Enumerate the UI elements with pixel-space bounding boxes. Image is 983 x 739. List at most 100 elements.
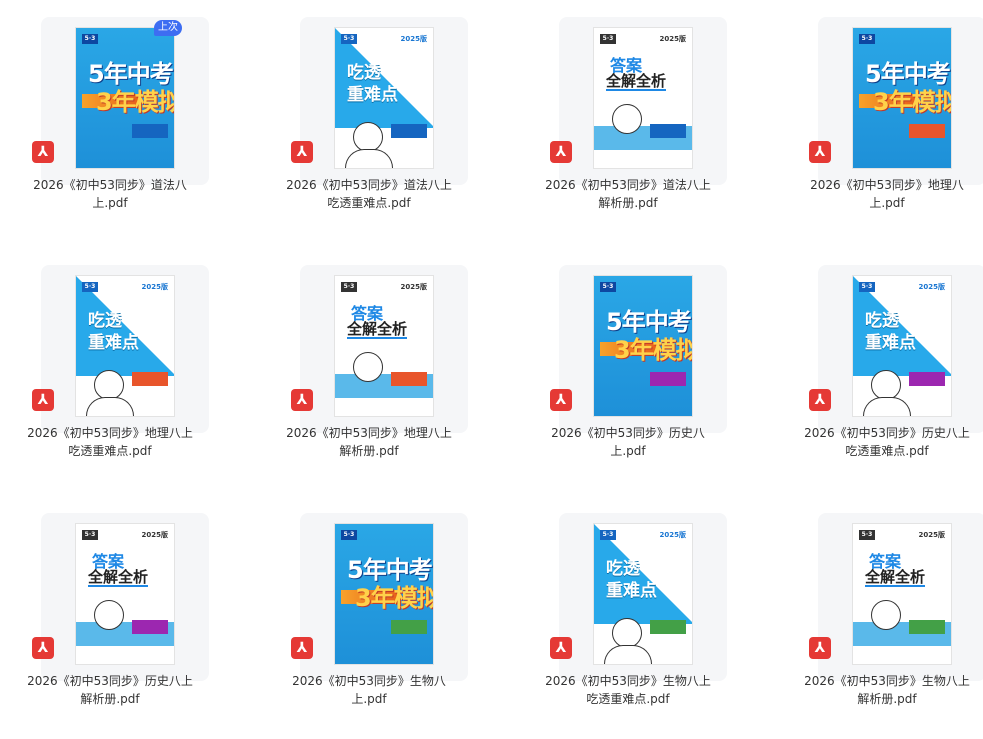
- illustration-body: [345, 149, 393, 168]
- edition-label: 2025版: [659, 531, 686, 539]
- file-name-line-1: 2026《初中53同步》道法八: [33, 178, 187, 192]
- cover-title-2: 重难点: [347, 85, 398, 105]
- file-item[interactable]: 5·3 2025版 吃透 重难点 ⅄ 2026《初中53同步》地理八上 吃透重难点.pdf: [0, 248, 220, 478]
- file-name[interactable]: 2026《初中53同步》生物八上 解析册.pdf: [777, 672, 983, 708]
- logo-53: 5·3: [859, 530, 875, 540]
- edition-label: 2025版: [141, 531, 168, 539]
- file-name[interactable]: 2026《初中53同步》地理八上 解析册.pdf: [259, 424, 479, 460]
- edition-label: 2025版: [918, 531, 945, 539]
- illustration-head: [871, 600, 901, 630]
- file-name[interactable]: 2026《初中53同步》历史八上 解析册.pdf: [0, 672, 220, 708]
- pdf-icon: ⅄: [32, 637, 54, 659]
- pdf-icon: ⅄: [291, 141, 313, 163]
- file-item[interactable]: 5·3 5年中考 3年模拟 ⅄ 2026《初中53同步》地理八 上.pdf: [777, 0, 983, 230]
- file-name-line-2: 解析册.pdf: [857, 692, 917, 706]
- edition-label: 2025版: [400, 283, 427, 291]
- file-name-line-1: 2026《初中53同步》生物八上: [804, 674, 970, 688]
- file-thumbnail[interactable]: 5·3 2025版 吃透 重难点 ⅄: [32, 265, 209, 433]
- file-name-line-1: 2026《初中53同步》道法八上: [286, 178, 452, 192]
- pdf-icon: ⅄: [809, 637, 831, 659]
- cover-title-2: 重难点: [88, 333, 139, 353]
- file-thumbnail[interactable]: 5·3 2025版 答案 全解全析 ⅄: [550, 17, 727, 185]
- book-cover: 5·3 2025版 吃透 重难点: [852, 275, 952, 417]
- file-item[interactable]: 5·3 2025版 答案 全解全析 ⅄ 2026《初中53同步》历史八上 解析册.pdf: [0, 496, 220, 726]
- file-name[interactable]: 2026《初中53同步》地理八上 吃透重难点.pdf: [0, 424, 220, 460]
- file-item[interactable]: 5·3 2025版 吃透 重难点 ⅄ 2026《初中53同步》生物八上 吃透重难点.pdf: [518, 496, 738, 726]
- file-item[interactable]: 5·3 2025版 答案 全解全析 ⅄ 2026《初中53同步》生物八上 解析册.pdf: [777, 496, 983, 726]
- book-cover: 5·3 2025版 答案 全解全析: [852, 523, 952, 665]
- file-item[interactable]: 5·3 5年中考 3年模拟 ⅄ 2026《初中53同步》生物八 上.pdf: [259, 496, 479, 726]
- book-cover: 5·3 5年中考 3年模拟: [75, 27, 175, 169]
- cover-title-2: 重难点: [865, 333, 916, 353]
- illustration-head: [353, 122, 383, 152]
- file-name-line-1: 2026《初中53同步》地理八: [810, 178, 964, 192]
- file-thumbnail[interactable]: 5·3 2025版 答案 全解全析 ⅄: [32, 513, 209, 681]
- file-thumbnail[interactable]: 5·3 2025版 吃透 重难点 ⅄: [550, 513, 727, 681]
- file-thumbnail[interactable]: 5·3 5年中考 3年模拟 ⅄: [291, 513, 468, 681]
- file-thumbnail[interactable]: 5·3 5年中考 3年模拟 ⅄: [32, 17, 209, 185]
- file-name[interactable]: 2026《初中53同步》生物八 上.pdf: [259, 672, 479, 708]
- file-thumbnail[interactable]: 5·3 2025版 吃透 重难点 ⅄: [291, 17, 468, 185]
- illustration-body: [86, 397, 134, 416]
- book-cover: 5·3 2025版 答案 全解全析: [75, 523, 175, 665]
- file-name[interactable]: 2026《初中53同步》历史八上 吃透重难点.pdf: [777, 424, 983, 460]
- pdf-icon: ⅄: [550, 637, 572, 659]
- book-cover: 5·3 2025版 吃透 重难点: [75, 275, 175, 417]
- file-name[interactable]: 2026《初中53同步》历史八 上.pdf: [518, 424, 738, 460]
- file-thumbnail[interactable]: 5·3 5年中考 3年模拟 ⅄: [550, 265, 727, 433]
- logo-53: 5·3: [859, 282, 875, 292]
- logo-53: 5·3: [82, 34, 98, 44]
- cover-title-2: 重难点: [606, 581, 657, 601]
- subject-tag: [909, 372, 945, 386]
- file-item[interactable]: 5·3 5年中考 3年模拟 ⅄ 上次 2026《初中53同步》道法八 上.pdf: [0, 0, 220, 230]
- subject-tag: [909, 620, 945, 634]
- subject-tag: [650, 124, 686, 138]
- file-name-line-2: 上.pdf: [92, 196, 128, 210]
- edition-label: 2025版: [400, 35, 427, 43]
- file-name-line-1: 2026《初中53同步》历史八: [551, 426, 705, 440]
- logo-53: 5·3: [82, 282, 98, 292]
- logo-53: 5·3: [341, 530, 357, 540]
- file-name[interactable]: 2026《初中53同步》地理八 上.pdf: [777, 176, 983, 212]
- file-thumbnail[interactable]: 5·3 2025版 吃透 重难点 ⅄: [809, 265, 983, 433]
- subject-tag: [650, 372, 686, 386]
- cover-title-2: 3年模拟: [96, 88, 175, 116]
- file-item[interactable]: 5·3 5年中考 3年模拟 ⅄ 2026《初中53同步》历史八 上.pdf: [518, 248, 738, 478]
- illustration-head: [94, 600, 124, 630]
- subject-tag: [391, 124, 427, 138]
- file-item[interactable]: 5·3 2025版 答案 全解全析 ⅄ 2026《初中53同步》道法八上 解析册.pdf: [518, 0, 738, 230]
- file-name-line-2: 上.pdf: [351, 692, 387, 706]
- logo-53: 5·3: [341, 34, 357, 44]
- file-name[interactable]: 2026《初中53同步》道法八上 解析册.pdf: [518, 176, 738, 212]
- file-item[interactable]: 5·3 2025版 吃透 重难点 ⅄ 2026《初中53同步》历史八上 吃透重难点.pdf: [777, 248, 983, 478]
- subject-tag: [132, 620, 168, 634]
- pdf-icon: ⅄: [32, 389, 54, 411]
- subject-tag: [391, 372, 427, 386]
- cover-title-2: 全解全析: [88, 568, 149, 586]
- subject-tag: [391, 620, 427, 634]
- cover-title-2: 全解全析: [606, 72, 667, 90]
- title-underline: [606, 89, 666, 91]
- file-name-line-1: 2026《初中53同步》生物八上: [545, 674, 711, 688]
- logo-53: 5·3: [600, 530, 616, 540]
- book-cover: 5·3 2025版 吃透 重难点: [334, 27, 434, 169]
- pdf-icon: ⅄: [809, 141, 831, 163]
- subject-tag: [650, 620, 686, 634]
- illustration-body: [863, 397, 911, 416]
- file-name[interactable]: 2026《初中53同步》道法八 上.pdf: [0, 176, 220, 212]
- illustration-head: [871, 370, 901, 400]
- file-item[interactable]: 5·3 2025版 答案 全解全析 ⅄ 2026《初中53同步》地理八上 解析册.pdf: [259, 248, 479, 478]
- file-name-line-2: 吃透重难点.pdf: [68, 444, 152, 458]
- file-item[interactable]: 5·3 2025版 吃透 重难点 ⅄ 2026《初中53同步》道法八上 吃透重难点.pdf: [259, 0, 479, 230]
- file-thumbnail[interactable]: 5·3 2025版 答案 全解全析 ⅄: [809, 513, 983, 681]
- file-name[interactable]: 2026《初中53同步》生物八上 吃透重难点.pdf: [518, 672, 738, 708]
- title-underline: [865, 585, 925, 587]
- book-cover: 5·3 2025版 答案 全解全析: [593, 27, 693, 169]
- file-thumbnail[interactable]: 5·3 2025版 答案 全解全析 ⅄: [291, 265, 468, 433]
- file-name[interactable]: 2026《初中53同步》道法八上 吃透重难点.pdf: [259, 176, 479, 212]
- cover-title-2: 全解全析: [347, 320, 408, 338]
- book-cover: 5·3 2025版 答案 全解全析: [334, 275, 434, 417]
- file-thumbnail[interactable]: 5·3 5年中考 3年模拟 ⅄: [809, 17, 983, 185]
- illustration-head: [612, 104, 642, 134]
- book-cover: 5·3 5年中考 3年模拟: [593, 275, 693, 417]
